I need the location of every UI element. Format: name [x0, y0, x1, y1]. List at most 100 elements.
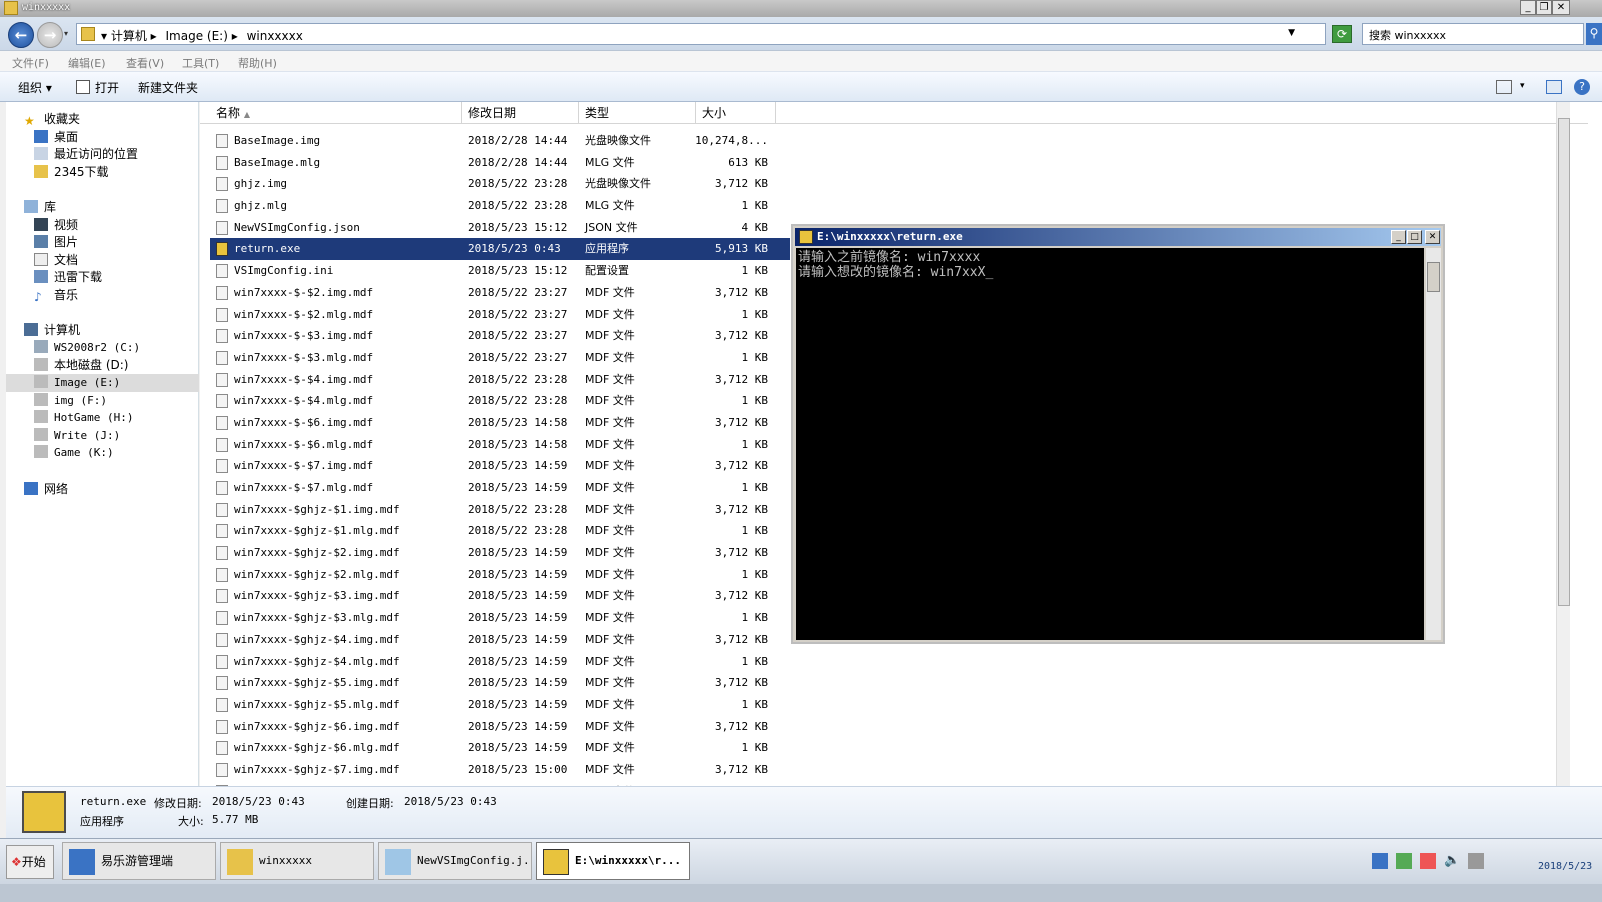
column-name[interactable]: 名称 ▲: [200, 102, 462, 124]
file-row[interactable]: win7xxxx-$ghjz-$3.img.mdf 2018/5/23 14:59…: [210, 585, 790, 607]
file-row[interactable]: ghjz.img 2018/5/22 23:28 光盘映像文件 3,712 KB: [210, 173, 790, 195]
clock[interactable]: 2018/5/23: [1538, 861, 1592, 872]
nav-recent[interactable]: 最近访问的位置: [6, 145, 199, 163]
file-row[interactable]: win7xxxx-$ghjz-$1.img.mdf 2018/5/22 23:28…: [210, 499, 790, 521]
nav-drive-j[interactable]: Write (J:): [6, 427, 199, 445]
nav-drive-h[interactable]: HotGame (H:): [6, 409, 199, 427]
task-notepad[interactable]: NewVSImgConfig.j...: [378, 842, 532, 880]
file-row[interactable]: win7xxxx-$-$3.mlg.mdf 2018/5/22 23:27 MDF …: [210, 347, 790, 369]
console-close-button[interactable]: ✕: [1425, 230, 1440, 244]
organize-button[interactable]: 组织 ▾: [18, 79, 52, 96]
new-folder-button[interactable]: 新建文件夹: [138, 79, 198, 96]
volume-icon[interactable]: 🔈: [1444, 853, 1460, 869]
restore-button[interactable]: ❐: [1536, 0, 1552, 15]
scrollbar-thumb[interactable]: [1427, 262, 1440, 292]
nav-thunder-download[interactable]: 迅雷下载: [6, 268, 199, 286]
file-row[interactable]: win7xxxx-$-$4.mlg.mdf 2018/5/22 23:28 MDF …: [210, 390, 790, 412]
console-output[interactable]: 请输入之前镜像名: win7xxxx 请输入想改的镜像名: win7xxX_: [796, 248, 1424, 640]
file-row[interactable]: return.exe 2018/5/23 0:43 应用程序 5,913 KB: [210, 238, 790, 261]
tray-app-icon[interactable]: [1396, 853, 1412, 869]
file-row[interactable]: win7xxxx-$ghjz-$4.mlg.mdf 2018/5/23 14:59…: [210, 651, 790, 673]
console-scrollbar[interactable]: [1426, 248, 1441, 640]
console-titlebar[interactable]: E:\winxxxxx\return.exe: [795, 228, 1441, 246]
nav-computer[interactable]: 计算机: [6, 321, 199, 339]
network-tray-icon[interactable]: [1372, 853, 1388, 869]
nav-drive-e[interactable]: Image (E:): [6, 374, 199, 392]
file-row[interactable]: win7xxxx-$-$2.mlg.mdf 2018/5/22 23:27 MDF …: [210, 304, 790, 326]
file-row[interactable]: BaseImage.mlg 2018/2/28 14:44 MLG 文件 613 KB: [210, 152, 790, 174]
menu-tools[interactable]: 工具(T): [182, 55, 219, 71]
view-options-icon[interactable]: [1496, 80, 1512, 94]
console-minimize-button[interactable]: _: [1391, 230, 1406, 244]
file-row[interactable]: win7xxxx-$-$7.mlg.mdf 2018/5/23 14:59 MDF …: [210, 477, 790, 499]
nav-drive-k[interactable]: Game (K:): [6, 444, 199, 462]
history-dropdown-icon[interactable]: ▾: [64, 29, 68, 38]
nav-libraries[interactable]: 库: [6, 198, 199, 216]
file-row[interactable]: win7xxxx-$-$6.img.mdf 2018/5/23 14:58 MDF …: [210, 412, 790, 434]
file-row[interactable]: VSImgConfig.ini 2018/5/23 15:12 配置设置 1 KB: [210, 260, 790, 282]
window-titlebar[interactable]: winxxxxx _ ❐ ✕: [0, 0, 1602, 17]
file-row[interactable]: win7xxxx-$-$3.img.mdf 2018/5/22 23:27 MDF …: [210, 325, 790, 347]
start-button[interactable]: ❖开始: [6, 845, 54, 879]
task-yileyou[interactable]: 易乐游管理端: [62, 842, 216, 880]
view-dropdown-icon[interactable]: ▾: [1520, 81, 1525, 91]
nav-network[interactable]: 网络: [6, 480, 199, 498]
menu-edit[interactable]: 编辑(E): [68, 55, 106, 71]
column-date[interactable]: 修改日期: [462, 102, 579, 124]
nav-drive-f[interactable]: img (F:): [6, 392, 199, 410]
menu-view[interactable]: 查看(V): [126, 55, 164, 71]
file-row[interactable]: win7xxxx-$ghjz-$6.img.mdf 2018/5/23 14:59…: [210, 716, 790, 738]
file-row[interactable]: win7xxxx-$-$2.img.mdf 2018/5/22 23:27 MDF …: [210, 282, 790, 304]
minimize-button[interactable]: _: [1520, 0, 1536, 15]
nav-pictures[interactable]: 图片: [6, 233, 199, 251]
help-icon[interactable]: ?: [1574, 79, 1590, 95]
refresh-button[interactable]: ⟳: [1332, 25, 1352, 43]
file-row[interactable]: win7xxxx-$ghjz-$3.mlg.mdf 2018/5/23 14:59…: [210, 607, 790, 629]
breadcrumb-computer[interactable]: ▾ 计算机 ▸: [101, 29, 157, 43]
file-row[interactable]: win7xxxx-$ghjz-$5.mlg.mdf 2018/5/23 14:59…: [210, 694, 790, 716]
nav-video[interactable]: 视频: [6, 216, 199, 234]
column-type[interactable]: 类型: [579, 102, 696, 124]
menu-file[interactable]: 文件(F): [12, 55, 49, 71]
task-console[interactable]: E:\winxxxxx\r...: [536, 842, 690, 880]
console-maximize-button[interactable]: □: [1407, 230, 1422, 244]
nav-desktop[interactable]: 桌面: [6, 128, 199, 146]
file-row[interactable]: ghjz.mlg 2018/5/22 23:28 MLG 文件 1 KB: [210, 195, 790, 217]
file-row[interactable]: BaseImage.img 2018/2/28 14:44 光盘映像文件 10,274…: [210, 130, 790, 152]
breadcrumb-drive[interactable]: Image (E:) ▸: [166, 29, 238, 43]
nav-drive-d[interactable]: 本地磁盘 (D:): [6, 356, 199, 374]
forward-button[interactable]: →: [37, 22, 63, 48]
address-dropdown-icon[interactable]: ▼: [1288, 28, 1295, 38]
file-row[interactable]: win7xxxx-$-$7.img.mdf 2018/5/23 14:59 MDF …: [210, 455, 790, 477]
file-row[interactable]: win7xxxx-$ghjz-$6.mlg.mdf 2018/5/23 14:59…: [210, 737, 790, 759]
menu-help[interactable]: 帮助(H): [238, 55, 277, 71]
file-row[interactable]: win7xxxx-$ghjz-$2.mlg.mdf 2018/5/23 14:59…: [210, 564, 790, 586]
breadcrumb[interactable]: ▾ 计算机 ▸ Image (E:) ▸ winxxxxx: [101, 27, 308, 44]
nav-favorites[interactable]: ★ 收藏夹: [6, 110, 199, 128]
file-row[interactable]: win7xxxx-$ghjz-$7.img.mdf 2018/5/23 15:00…: [210, 759, 790, 781]
nav-drive-c[interactable]: WS2008r2 (C:): [6, 339, 199, 357]
task-explorer[interactable]: winxxxxx: [220, 842, 374, 880]
file-row[interactable]: win7xxxx-$-$6.mlg.mdf 2018/5/23 14:58 MDF …: [210, 434, 790, 456]
file-row[interactable]: win7xxxx-$ghjz-$2.img.mdf 2018/5/23 14:59…: [210, 542, 790, 564]
preview-pane-icon[interactable]: [1546, 80, 1562, 94]
console-window[interactable]: E:\winxxxxx\return.exe _ □ ✕ 请输入之前镜像名: w…: [791, 224, 1445, 644]
nav-2345-download[interactable]: 2345下载: [6, 163, 199, 181]
nav-documents[interactable]: 文档: [6, 251, 199, 269]
file-row[interactable]: win7xxxx-$ghjz-$1.mlg.mdf 2018/5/22 23:28…: [210, 520, 790, 542]
address-input[interactable]: ▾ 计算机 ▸ Image (E:) ▸ winxxxxx ▼: [76, 23, 1326, 45]
shield-icon[interactable]: [1420, 853, 1436, 869]
back-button[interactable]: ←: [8, 22, 34, 48]
file-row[interactable]: win7xxxx-$ghjz-$4.img.mdf 2018/5/23 14:59…: [210, 629, 790, 651]
file-list-scrollbar[interactable]: [1556, 102, 1570, 786]
nav-music[interactable]: ♪ 音乐: [6, 286, 199, 304]
scrollbar-thumb[interactable]: [1558, 118, 1570, 606]
breadcrumb-folder[interactable]: winxxxxx: [247, 29, 303, 43]
file-row[interactable]: win7xxxx-$-$4.img.mdf 2018/5/22 23:28 MDF …: [210, 369, 790, 391]
search-input[interactable]: 搜索 winxxxxx: [1362, 23, 1584, 45]
ime-icon[interactable]: [1468, 853, 1484, 869]
file-row[interactable]: NewVSImgConfig.json 2018/5/23 15:12 JSON 文…: [210, 217, 790, 239]
close-button[interactable]: ✕: [1552, 0, 1570, 15]
file-row[interactable]: win7xxxx-$ghjz-$5.img.mdf 2018/5/23 14:59…: [210, 672, 790, 694]
column-size[interactable]: 大小: [696, 102, 776, 124]
